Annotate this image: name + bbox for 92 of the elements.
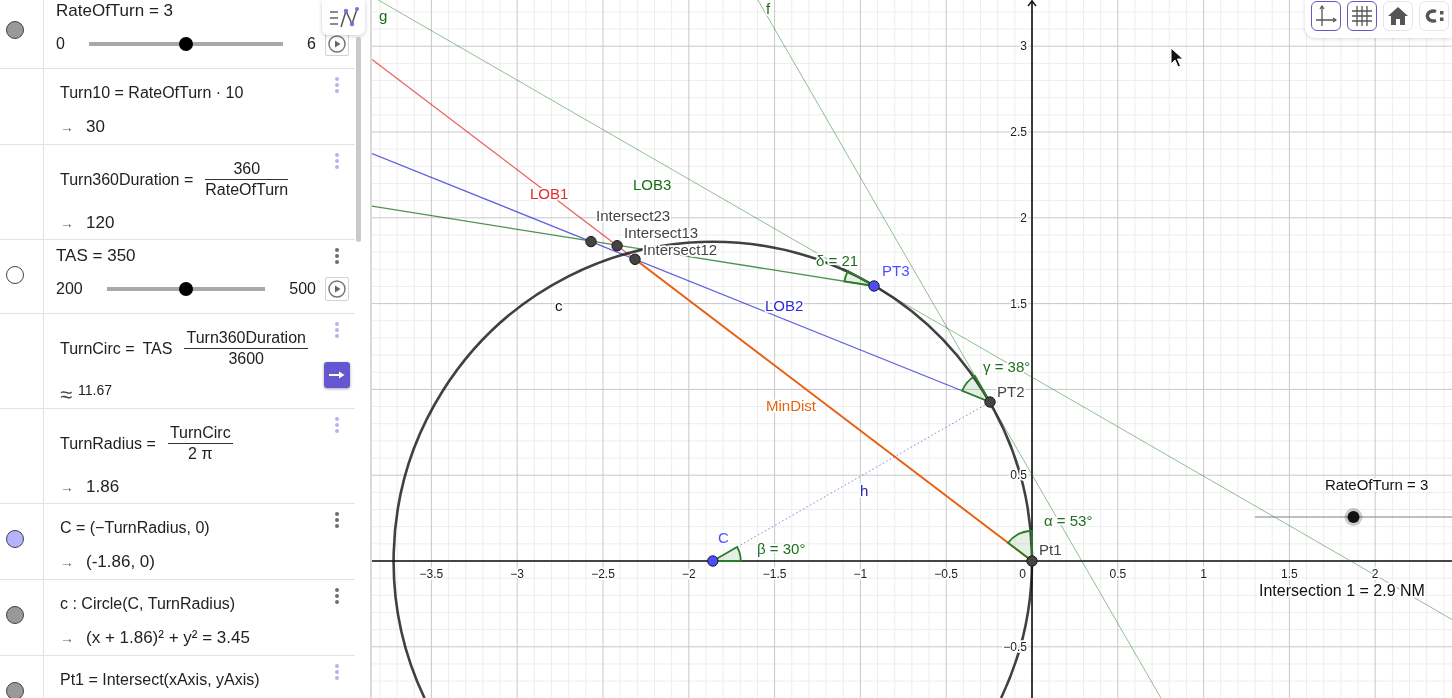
result-value: 30: [86, 116, 105, 138]
definition-text: TurnRadius =: [60, 433, 156, 454]
object-label: g: [379, 7, 388, 24]
result-sign: →: [60, 553, 74, 572]
result-sign: →: [60, 478, 74, 497]
axis-tick-label: −1: [853, 567, 868, 581]
exact-toggle-button[interactable]: [324, 362, 350, 388]
pointer-cursor-icon: [1170, 47, 1184, 68]
scrollbar[interactable]: [356, 37, 361, 242]
slider-label: TAS = 350: [56, 245, 136, 267]
point-label: C: [718, 529, 729, 546]
canvas-text: Intersection 1 = 2.9 NM: [1259, 582, 1425, 599]
angle-label: α = 53°: [1044, 512, 1093, 529]
object-label: h: [860, 482, 869, 499]
point-label: Intersect13: [624, 224, 699, 241]
definition-text: Turn10 = RateOfTurn · 10: [60, 83, 244, 103]
slider-min-label: 0: [56, 34, 65, 54]
angle-label: β = 30°: [757, 540, 806, 557]
home-icon: [1388, 7, 1408, 25]
fraction-numerator: TurnCirc: [168, 423, 232, 443]
point-label: PT3: [882, 262, 910, 279]
result-value: 120: [86, 212, 115, 234]
fraction-denominator: 3600: [228, 349, 264, 369]
axis-tick-label: −0.5: [934, 567, 959, 581]
object-label: c: [555, 297, 563, 314]
visibility-toggle[interactable]: [6, 266, 24, 284]
axes-button[interactable]: [1311, 1, 1341, 31]
axis-tick-label: 1: [1200, 567, 1207, 581]
axis-tick-label: 0.5: [1109, 567, 1127, 581]
slider-thumb[interactable]: [179, 37, 193, 51]
slider-thumb[interactable]: [1344, 508, 1363, 526]
angle-label: γ = 38°: [983, 358, 1031, 375]
result-value: 1.86: [86, 476, 120, 498]
fraction-numerator: 360: [232, 159, 262, 179]
result-value: (-1.86, 0): [86, 551, 155, 573]
object-label: LOB3: [633, 176, 672, 193]
slider-max-label: 500: [289, 279, 316, 299]
fraction-numerator: Turn360Duration: [185, 328, 307, 348]
result-sign: →: [60, 214, 74, 233]
axes-icon: [1315, 5, 1337, 27]
axis-tick-label: 0: [1019, 567, 1026, 581]
fraction-denominator: RateOfTurn: [205, 180, 289, 200]
angle-sector: [961, 375, 991, 403]
slider-max-label: 6: [307, 34, 316, 54]
play-button[interactable]: [325, 277, 349, 301]
object-label: LOB2: [765, 297, 804, 314]
view-options-button[interactable]: [322, 0, 365, 35]
factor-text: TAS: [142, 338, 173, 359]
axis-tick-label: 2.5: [1010, 125, 1027, 139]
point-label: Pt1: [1039, 541, 1062, 558]
slider-label: RateOfTurn = 3: [56, 0, 173, 22]
result-sign: ≈: [60, 383, 73, 407]
point-label: Intersect23: [596, 207, 671, 224]
definition-text: TurnCirc =: [60, 338, 135, 359]
result-sign: →: [60, 629, 74, 648]
result-value: 11.67: [78, 381, 113, 399]
definition-text: c : Circle(C, TurnRadius): [60, 594, 236, 614]
axis-tick-label: 2: [1020, 210, 1027, 225]
lines-and-graph-icon: [328, 5, 359, 30]
fraction-denominator: 2 π: [188, 444, 213, 464]
definition-text: C = (−TurnRadius, 0): [60, 518, 210, 538]
definition-text: Pt1 = Intersect(xAxis, yAxis): [60, 670, 260, 690]
object-label: f: [766, 0, 771, 17]
visibility-toggle[interactable]: [6, 606, 24, 624]
axis-tick-label: −2.5: [591, 567, 615, 581]
slider-label: RateOfTurn = 3: [1325, 476, 1429, 493]
visibility-toggle[interactable]: [6, 530, 24, 548]
grid-icon: [1351, 5, 1373, 27]
result-sign: →: [60, 118, 74, 137]
play-circle-icon: [328, 35, 346, 53]
axis-tick-label: −3: [510, 567, 525, 581]
definition-text: Turn360Duration =: [60, 169, 194, 190]
axis-tick-label: 2: [1371, 567, 1379, 581]
axis-tick-label: −2: [681, 567, 696, 581]
slider-min-label: 200: [56, 279, 83, 299]
object-label: MinDist: [766, 397, 816, 414]
point-label: PT2: [997, 383, 1025, 400]
slider-thumb[interactable]: [179, 282, 193, 296]
slider[interactable]: [1254, 508, 1452, 526]
grid-button[interactable]: [1347, 1, 1377, 31]
more-options-button[interactable]: [1419, 1, 1449, 31]
play-circle-icon: [328, 280, 346, 298]
axis-tick-label: −1.5: [762, 567, 787, 581]
axis-tick-label: −3.5: [419, 567, 444, 581]
result-value: (x + 1.86)² + y² = 3.45: [86, 627, 250, 649]
visibility-toggle[interactable]: [6, 21, 24, 39]
right-arrow-icon: [329, 371, 345, 379]
visibility-toggle[interactable]: [6, 682, 24, 698]
axis-tick-label: 3: [1020, 39, 1027, 54]
axis-tick-label: 1.5: [1281, 567, 1298, 581]
axis-tick-label: 1.5: [1010, 296, 1027, 311]
home-button[interactable]: [1383, 1, 1413, 31]
